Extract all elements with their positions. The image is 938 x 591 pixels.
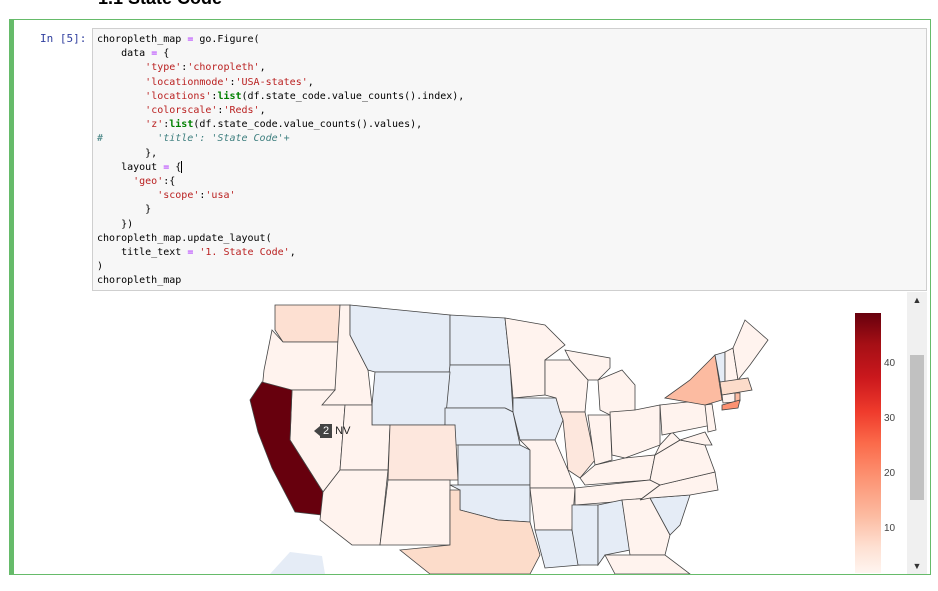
section-heading: 1.1 State Code bbox=[98, 0, 222, 9]
colorbar bbox=[855, 313, 881, 573]
colorbar-tick: 30 bbox=[884, 413, 896, 424]
code-text[interactable]: choropleth_map = go.Figure( data = { 'ty… bbox=[97, 33, 464, 289]
usa-choropleth-map[interactable] bbox=[14, 292, 928, 574]
code-editor[interactable]: choropleth_map = go.Figure( data = { 'ty… bbox=[92, 28, 927, 291]
state-mt bbox=[349, 304, 451, 373]
state-ny bbox=[663, 354, 723, 406]
state-nm bbox=[379, 479, 451, 546]
state-ak bbox=[270, 552, 325, 574]
state-fl bbox=[604, 554, 691, 574]
state-ks bbox=[457, 444, 531, 486]
state-me bbox=[732, 319, 769, 381]
colorbar-tick: 20 bbox=[884, 468, 896, 479]
colorbar-tick: 10 bbox=[884, 523, 896, 534]
state-nj bbox=[704, 403, 717, 433]
scroll-thumb[interactable] bbox=[910, 355, 924, 500]
state-ne bbox=[444, 407, 521, 446]
hover-tooltip: 2 NV bbox=[313, 424, 351, 438]
hover-state: NV bbox=[335, 425, 351, 437]
state-nd bbox=[449, 314, 511, 366]
state-co bbox=[387, 424, 459, 481]
state-ia bbox=[512, 397, 564, 441]
state-wy bbox=[371, 371, 451, 426]
state-ar bbox=[529, 487, 576, 531]
plot-output[interactable] bbox=[14, 292, 928, 574]
state-oh bbox=[609, 404, 661, 459]
hover-value: 2 bbox=[313, 424, 333, 438]
scroll-down-arrow-icon[interactable]: ▼ bbox=[907, 558, 927, 574]
state-sd bbox=[444, 364, 514, 413]
state-ct bbox=[721, 392, 736, 404]
input-prompt: In [5]: bbox=[40, 32, 87, 45]
colorbar-tick: 40 bbox=[884, 358, 896, 369]
output-scrollbar[interactable]: ▲ ▼ bbox=[907, 292, 927, 574]
state-wa bbox=[274, 304, 341, 343]
scroll-up-arrow-icon[interactable]: ▲ bbox=[907, 292, 927, 308]
